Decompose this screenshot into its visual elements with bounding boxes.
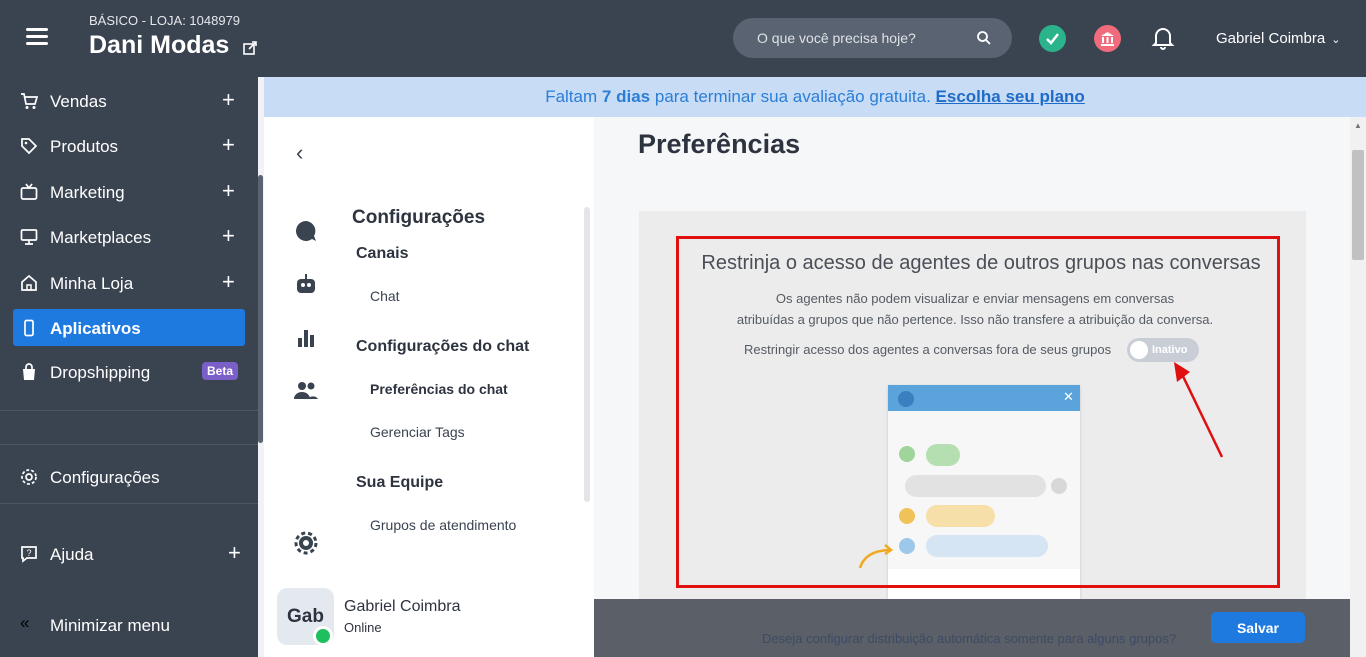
sidebar-item-label: Minha Loja: [50, 274, 134, 293]
external-link-icon[interactable]: [243, 41, 257, 55]
sidebar-item-label: Vendas: [50, 92, 107, 111]
expand-plus-icon[interactable]: +: [222, 178, 235, 204]
sidebar-scrollbar[interactable]: [258, 175, 263, 443]
choose-plan-link[interactable]: Escolha seu plano: [936, 87, 1085, 106]
scroll-up-icon[interactable]: ▲: [1354, 121, 1362, 130]
sidebar-divider: [0, 444, 258, 445]
online-status-dot: [313, 626, 333, 646]
scrollbar-thumb[interactable]: [1352, 150, 1364, 260]
save-button[interactable]: Salvar: [1211, 612, 1305, 643]
sidebar-item-marketplaces[interactable]: Marketplaces +: [13, 218, 245, 255]
home-icon: [21, 274, 37, 291]
sidebar-item-label: Marketing: [50, 183, 125, 202]
banner-days-word: dias: [616, 87, 651, 106]
expand-plus-icon[interactable]: +: [222, 269, 235, 295]
sidebar-item-dropshipping[interactable]: Dropshipping Beta: [13, 353, 245, 390]
menu-section-chat-config: Configurações do chat: [356, 338, 530, 355]
sidebar-item-configuracoes[interactable]: Configurações: [13, 458, 245, 495]
bell-icon[interactable]: [1151, 25, 1175, 51]
double-chevron-left-icon: «: [20, 613, 30, 632]
tag-icon: [21, 138, 38, 155]
menu-item-manage-tags[interactable]: Gerenciar Tags: [370, 424, 465, 440]
menu-title: Configurações: [352, 207, 486, 228]
expand-plus-icon[interactable]: +: [228, 540, 241, 566]
help-chat-icon: ?: [21, 546, 37, 563]
hamburger-menu-icon[interactable]: [26, 28, 48, 46]
red-arrow-icon: [1174, 362, 1224, 458]
chevron-down-icon: ⌄: [1331, 34, 1341, 46]
sidebar-item-label: Marketplaces: [50, 228, 152, 247]
search-input[interactable]: [757, 30, 967, 46]
bar-chart-icon[interactable]: [294, 326, 318, 350]
sidebar-item-marketing[interactable]: Marketing +: [13, 173, 245, 210]
sidebar-item-ajuda[interactable]: ? Ajuda +: [13, 535, 245, 572]
trial-banner: Faltam 7 dias para terminar sua avaliaçã…: [264, 77, 1366, 117]
menu-item-chat[interactable]: Chat: [370, 288, 400, 304]
bank-icon[interactable]: [1094, 25, 1121, 52]
minimize-menu-label: Minimizar menu: [50, 616, 170, 635]
search-icon[interactable]: [976, 30, 992, 46]
store-name[interactable]: Dani Modas: [89, 31, 229, 60]
cart-icon: [21, 93, 38, 109]
back-chevron-icon[interactable]: ‹: [296, 140, 303, 166]
sidebar-item-label: Dropshipping: [50, 363, 151, 382]
bag-icon: [23, 363, 35, 380]
robot-icon[interactable]: [294, 272, 318, 296]
sidebar-item-produtos[interactable]: Produtos +: [13, 127, 245, 164]
monitor-icon: [20, 229, 38, 245]
menu-section-team: Sua Equipe: [356, 474, 444, 491]
team-icon[interactable]: [294, 378, 318, 402]
banner-prefix: Faltam: [545, 87, 598, 106]
chat-bubble-icon[interactable]: [294, 219, 318, 243]
page-scrollbar[interactable]: ▲: [1350, 117, 1366, 657]
sidebar-item-label: Ajuda: [50, 545, 94, 564]
user-name: Gabriel Coimbra: [1216, 30, 1326, 47]
expand-plus-icon[interactable]: +: [222, 132, 235, 158]
beta-badge: Beta: [202, 362, 239, 380]
sidebar-item-aplicativos[interactable]: Aplicativos: [13, 309, 245, 346]
top-bar: BÁSICO - LOJA: 1048979 Dani Modas Gabrie…: [0, 0, 1366, 77]
menu-section-canais: Canais: [356, 245, 409, 262]
svg-text:?: ?: [26, 548, 31, 558]
sidebar-divider: [0, 410, 258, 411]
search-bar: [733, 18, 1012, 58]
menu-scrollbar[interactable]: [584, 207, 590, 502]
auto-distribution-hint[interactable]: Deseja configurar distribuição automátic…: [762, 631, 1176, 646]
gear-icon: [21, 469, 37, 485]
banner-text: para terminar sua avaliação gratuita.: [654, 87, 931, 106]
gear-icon[interactable]: [294, 531, 318, 555]
agent-name: Gabriel Coimbra: [344, 598, 461, 615]
sidebar-item-label: Produtos: [50, 137, 119, 156]
sidebar-item-label: Aplicativos: [50, 319, 141, 338]
sidebar-divider: [0, 503, 258, 504]
sidebar-item-vendas[interactable]: Vendas +: [13, 82, 245, 119]
sidebar-item-minha-loja[interactable]: Minha Loja +: [13, 264, 245, 301]
banner-days-number: 7: [601, 87, 612, 106]
menu-item-chat-preferences[interactable]: Preferências do chat: [370, 381, 508, 397]
expand-plus-icon[interactable]: +: [222, 223, 235, 249]
sidebar-item-label: Configurações: [50, 468, 160, 487]
agent-status: Online: [344, 620, 382, 635]
user-menu[interactable]: Gabriel Coimbra ⌄: [1216, 30, 1340, 47]
minimize-menu-button[interactable]: « Minimizar menu: [13, 606, 245, 643]
phone-icon: [24, 319, 34, 337]
plan-label: BÁSICO - LOJA: 1048979: [89, 13, 241, 28]
tv-icon: [20, 183, 38, 200]
menu-item-service-groups[interactable]: Grupos de atendimento: [370, 517, 516, 533]
expand-plus-icon[interactable]: +: [222, 87, 235, 113]
check-status-icon[interactable]: [1039, 25, 1066, 52]
page-title: Preferências: [638, 129, 801, 159]
